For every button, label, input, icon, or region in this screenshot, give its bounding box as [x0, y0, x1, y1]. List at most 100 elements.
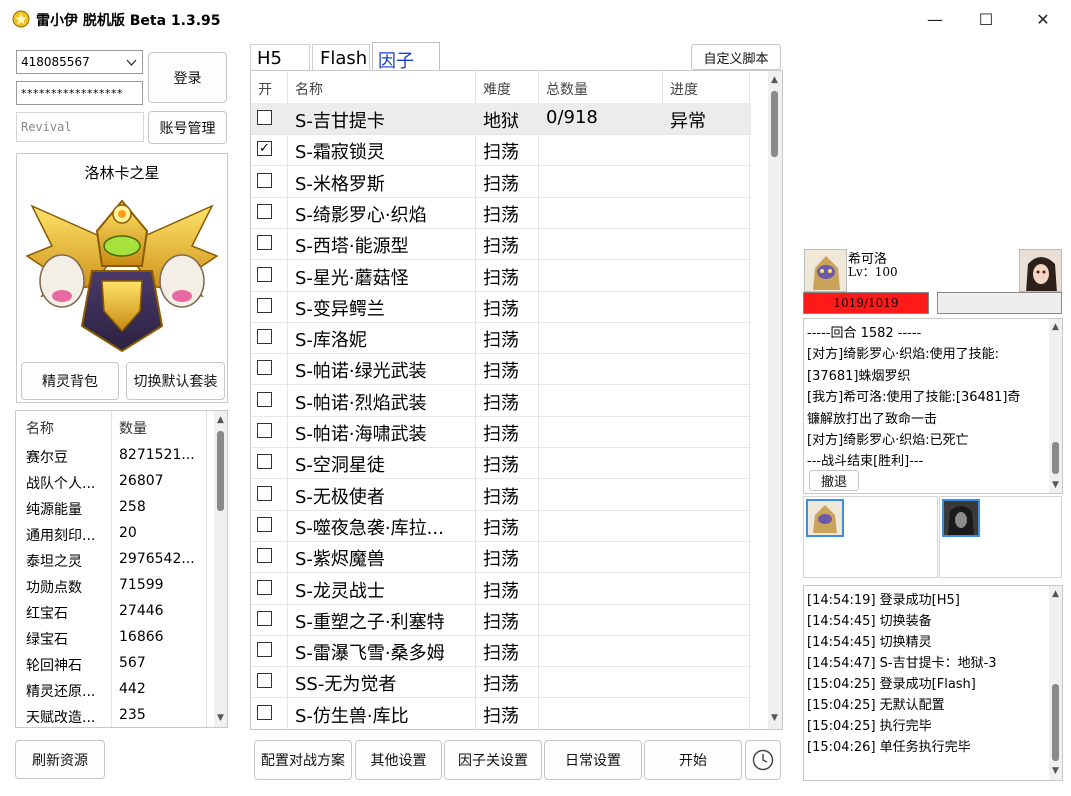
factor-row[interactable]: S-绮影罗心·织焰 扫荡	[251, 197, 751, 229]
resource-name: 绿宝石	[26, 632, 68, 648]
enable-checkbox[interactable]	[257, 110, 272, 125]
resource-row[interactable]: 纯源能量 258	[16, 495, 214, 521]
timer-button[interactable]	[745, 740, 781, 780]
factor-difficulty: 扫荡	[483, 330, 519, 352]
start-button[interactable]: 开始	[644, 740, 742, 780]
enable-checkbox[interactable]	[257, 391, 272, 407]
factor-row[interactable]: S-帕诺·烈焰武装 扫荡	[251, 385, 751, 417]
enable-checkbox[interactable]	[257, 485, 272, 501]
factor-row[interactable]: S-帕诺·绿光武装 扫荡	[251, 353, 751, 386]
resource-row[interactable]: 功勋点数 71599	[16, 573, 214, 599]
login-button[interactable]: 登录	[148, 52, 227, 103]
custom-script-button[interactable]: 自定义脚本	[691, 44, 781, 70]
factor-difficulty: 扫荡	[483, 298, 519, 320]
switch-default-suit-button[interactable]: 切换默认套装	[126, 362, 225, 400]
minimize-button[interactable]: —	[910, 0, 960, 38]
resource-row[interactable]: 天赋改造... 235	[16, 703, 214, 727]
battle-plan-button[interactable]: 配置对战方案	[254, 740, 352, 780]
enable-checkbox[interactable]	[257, 704, 272, 720]
refresh-resources-button[interactable]: 刷新资源	[15, 740, 105, 779]
daily-settings-button[interactable]: 日常设置	[544, 740, 642, 780]
enable-checkbox[interactable]	[257, 266, 272, 282]
resource-row[interactable]: 轮回神石 567	[16, 651, 214, 677]
factor-row[interactable]: S-空洞星徒 扫荡	[251, 447, 751, 480]
enable-checkbox[interactable]	[257, 454, 272, 470]
factor-difficulty: 扫荡	[483, 455, 519, 477]
password-field[interactable]: *****************	[16, 81, 143, 105]
factor-row[interactable]: S-库洛妮 扫荡	[251, 322, 751, 355]
enable-checkbox[interactable]	[257, 610, 272, 626]
enemy-hp-bar	[937, 292, 1062, 314]
enable-checkbox[interactable]	[257, 172, 272, 188]
system-log-line: [15:04:26] 单任务执行完毕	[807, 740, 971, 755]
tab-flash[interactable]: Flash	[312, 44, 370, 71]
factor-row[interactable]: S-帕诺·海啸武装 扫荡	[251, 416, 751, 448]
resource-row[interactable]: 绿宝石 16866	[16, 625, 214, 651]
enable-checkbox[interactable]	[257, 579, 272, 595]
enable-checkbox[interactable]	[257, 516, 272, 532]
factor-name: S-无极使者	[295, 486, 385, 508]
resource-name: 战队个人...	[26, 476, 96, 492]
resource-count: 27446	[119, 603, 164, 619]
retreat-button[interactable]: 撤退	[809, 470, 859, 491]
other-settings-button[interactable]: 其他设置	[355, 740, 442, 780]
enable-checkbox[interactable]	[257, 673, 272, 689]
enable-checkbox[interactable]	[257, 297, 272, 313]
enable-checkbox[interactable]	[257, 548, 272, 564]
factor-row[interactable]: S-龙灵战士 扫荡	[251, 573, 751, 605]
factor-row[interactable]: S-仿生兽·库比 扫荡	[251, 698, 751, 729]
factor-row[interactable]: S-星光·蘑菇怪 扫荡	[251, 260, 751, 292]
account-manage-button[interactable]: 账号管理	[148, 111, 227, 144]
resource-name: 泰坦之灵	[26, 554, 82, 570]
pet-bag-button[interactable]: 精灵背包	[21, 362, 119, 400]
resource-count: 71599	[119, 577, 164, 593]
factor-row[interactable]: S-吉甘提卡 地狱 0/918 异常	[251, 103, 751, 135]
factor-name: S-绮影罗心·织焰	[295, 204, 427, 226]
factor-row[interactable]: S-重塑之子·利塞特 扫荡	[251, 604, 751, 636]
battle-log-scrollbar[interactable]: ▲ ▼	[1049, 319, 1062, 493]
resource-row[interactable]: 红宝石 27446	[16, 599, 214, 625]
revival-input[interactable]: Revival	[16, 112, 144, 142]
enable-checkbox[interactable]	[257, 329, 272, 345]
factor-difficulty: 扫荡	[483, 392, 519, 414]
enable-checkbox[interactable]	[257, 203, 272, 219]
resource-row[interactable]: 战队个人... 26807	[16, 469, 214, 495]
factor-row[interactable]: S-紫烬魔兽 扫荡	[251, 541, 751, 574]
enable-checkbox[interactable]	[257, 360, 272, 376]
factor-row[interactable]: S-西塔·能源型 扫荡	[251, 228, 751, 261]
factor-table-scrollbar[interactable]: ▲ ▼	[768, 71, 782, 729]
enable-checkbox[interactable]	[257, 642, 272, 658]
tab-h5[interactable]: H5	[250, 44, 310, 71]
factor-row[interactable]: S-变异鳄兰 扫荡	[251, 291, 751, 323]
tab-factor[interactable]: 因子	[372, 42, 440, 72]
factor-name: S-星光·蘑菇怪	[295, 267, 409, 289]
close-button[interactable]: ✕	[1018, 0, 1068, 38]
factor-row[interactable]: S-米格罗斯 扫荡	[251, 166, 751, 198]
player-team-slot[interactable]	[806, 499, 844, 537]
factor-difficulty: 扫荡	[483, 267, 519, 289]
factor-row[interactable]: SS-无为觉者 扫荡	[251, 666, 751, 699]
factor-name: S-霜寂锁灵	[295, 142, 385, 164]
enemy-team-slot[interactable]	[942, 499, 980, 537]
pet-name: 洛林卡之星	[84, 164, 160, 182]
factor-row[interactable]: ✓ S-霜寂锁灵 扫荡	[251, 134, 751, 167]
resource-row[interactable]: 精灵还原... 442	[16, 677, 214, 703]
maximize-button[interactable]: ☐	[961, 0, 1011, 38]
app-logo-icon	[12, 10, 30, 28]
resources-scrollbar[interactable]: ▲ ▼	[214, 411, 227, 727]
system-log-scrollbar[interactable]: ▲ ▼	[1049, 586, 1062, 780]
factor-row[interactable]: S-雷瀑飞雪·桑多姆 扫荡	[251, 635, 751, 668]
factor-name: S-噬夜急袭·库拉...	[295, 517, 444, 539]
account-id-select[interactable]: 418085567	[16, 50, 143, 74]
enable-checkbox[interactable]	[257, 423, 272, 438]
enable-checkbox[interactable]	[257, 235, 272, 251]
resource-row[interactable]: 赛尔豆 8271521...	[16, 443, 214, 469]
factor-row[interactable]: S-噬夜急袭·库拉... 扫荡	[251, 510, 751, 542]
factor-name: S-帕诺·烈焰武装	[295, 392, 427, 414]
resources-col-count: 数量	[119, 421, 147, 437]
factor-settings-button[interactable]: 因子关设置	[444, 740, 542, 780]
resource-row[interactable]: 泰坦之灵 2976542...	[16, 547, 214, 573]
enable-checkbox[interactable]: ✓	[257, 141, 272, 157]
resource-row[interactable]: 通用刻印... 20	[16, 521, 214, 547]
factor-row[interactable]: S-无极使者 扫荡	[251, 479, 751, 511]
